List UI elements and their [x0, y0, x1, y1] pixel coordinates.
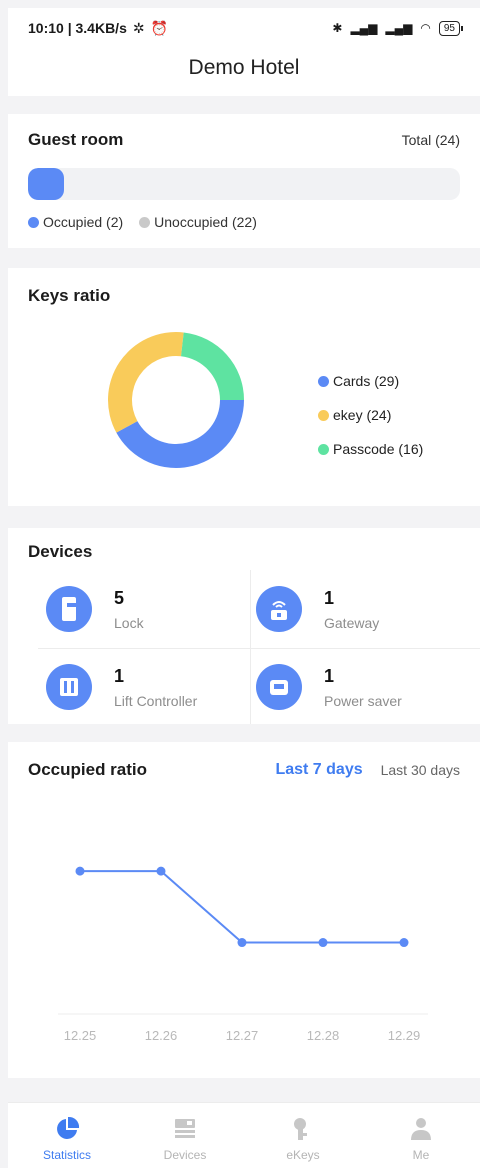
tab-statistics-label: Statistics — [42, 1148, 91, 1162]
keys-legend: Cards (29) ekey (24) Passcode (16) — [318, 364, 423, 466]
tab-devices-label: Devices — [163, 1148, 207, 1162]
wifi-icon: ◠ — [420, 21, 431, 35]
lift-controller-count: 1 — [114, 666, 125, 686]
lift-controller-icon — [46, 664, 92, 710]
device-gateway[interactable]: 1 Gateway — [244, 570, 480, 648]
bluetooth-icon: ✱ — [332, 21, 343, 35]
passcode-dot — [318, 443, 329, 455]
tab-devices[interactable]: Devices — [126, 1103, 244, 1168]
x-tick-label: 12.27 — [226, 1028, 259, 1043]
legend-ekey: ekey (24) — [318, 398, 423, 432]
devices-title: Devices — [28, 542, 93, 561]
lock-icon — [46, 586, 92, 632]
devices-card: Devices 5 Lock 1 Gateway 1 Lift Controll… — [8, 528, 480, 724]
legend-passcode: Passcode (16) — [318, 432, 423, 466]
legend-unoccupied-label: Unoccupied (22) — [154, 214, 257, 230]
tab-me[interactable]: Me — [362, 1103, 480, 1168]
signal-icon-2: ▂▄▆ — [385, 21, 413, 35]
donut-slice-passcode — [180, 332, 244, 400]
occupied-ratio-title: Occupied ratio — [28, 760, 148, 779]
tab-ekeys-label: eKeys — [286, 1148, 320, 1162]
occupancy-bar-fill — [28, 168, 64, 200]
tab-me-label: Me — [412, 1148, 430, 1162]
series-line — [80, 870, 404, 944]
unoccupied-dot — [139, 216, 151, 228]
keys-donut-chart — [108, 332, 244, 468]
data-point — [75, 866, 85, 876]
guest-room-title: Guest room — [28, 130, 124, 149]
gateway-count: 1 — [324, 588, 335, 608]
tab-ekeys[interactable]: eKeys — [244, 1103, 362, 1168]
devices-icon — [172, 1114, 198, 1144]
occupied-ratio-chart: 12.25 12.26 12.27 12.28 12.29 — [58, 866, 428, 1043]
range-last-7-days[interactable]: Last 7 days — [275, 761, 362, 779]
guest-room-total: Total (24) — [401, 132, 460, 148]
x-tick-label: 12.26 — [145, 1028, 178, 1043]
power-saver-count: 1 — [324, 666, 335, 686]
data-point — [237, 938, 247, 948]
vpn-icon: ✲ — [132, 19, 145, 36]
device-lift-controller[interactable]: 1 Lift Controller — [8, 648, 244, 726]
cards-dot — [318, 375, 329, 387]
top-bar: 10:10 | 3.4KB/s ✲ ⏰ ✱ ▂▄▆ ▂▄▆ ◠ 95 Demo … — [8, 8, 480, 96]
legend-cards: Cards (29) — [318, 364, 423, 398]
legend-occupied: Occupied (2) — [28, 214, 123, 230]
legend-occupied-label: Occupied (2) — [43, 214, 124, 230]
tab-statistics[interactable]: Statistics — [8, 1103, 126, 1168]
lock-count: 5 — [114, 588, 125, 608]
occupancy-bar — [28, 168, 460, 200]
battery-icon: 95 — [438, 20, 464, 36]
x-tick-label: 12.28 — [307, 1028, 340, 1043]
person-icon — [408, 1114, 434, 1144]
occupied-dot — [28, 216, 39, 228]
bottom-nav: Statistics Devices eKeys Me — [8, 1102, 480, 1168]
alarm-icon: ⏰ — [150, 19, 169, 36]
data-point — [318, 938, 328, 948]
lock-label: Lock — [114, 615, 144, 631]
guest-room-legend: Occupied (2) Unoccupied (22) — [28, 214, 460, 230]
legend-unoccupied: Unoccupied (22) — [139, 214, 257, 230]
keys-ratio-title: Keys ratio — [28, 286, 111, 305]
status-bar: 10:10 | 3.4KB/s ✲ ⏰ ✱ ▂▄▆ ▂▄▆ ◠ 95 — [8, 8, 480, 48]
device-lock[interactable]: 5 Lock — [8, 570, 244, 648]
device-power-saver[interactable]: 1 Power saver — [244, 648, 480, 726]
donut-slice-ekey — [108, 332, 184, 433]
page-title: Demo Hotel — [188, 56, 300, 79]
status-time-speed: 10:10 | 3.4KB/s — [28, 20, 127, 36]
donut-slice-cards — [116, 400, 244, 468]
lift-controller-label: Lift Controller — [114, 693, 198, 709]
data-point — [156, 866, 166, 876]
power-saver-icon — [256, 664, 302, 710]
devices-grid: 5 Lock 1 Gateway 1 Lift Controller 1 Pow… — [8, 570, 480, 724]
pie-chart-icon — [54, 1114, 80, 1144]
data-point — [399, 938, 409, 948]
legend-passcode-label: Passcode (16) — [333, 441, 424, 457]
power-saver-label: Power saver — [324, 693, 402, 709]
app-screen: 10:10 | 3.4KB/s ✲ ⏰ ✱ ▂▄▆ ▂▄▆ ◠ 95 Demo … — [8, 8, 480, 1168]
legend-ekey-label: ekey (24) — [333, 407, 392, 423]
guest-room-card: Guest room Total (24) Occupied (2) Unocc… — [8, 114, 480, 248]
gateway-label: Gateway — [324, 615, 380, 631]
ekey-dot — [318, 409, 329, 421]
signal-icon: ▂▄▆ — [350, 21, 378, 35]
legend-cards-label: Cards (29) — [333, 373, 400, 389]
key-icon — [290, 1114, 316, 1144]
range-last-30-days[interactable]: Last 30 days — [381, 762, 460, 778]
gateway-icon — [256, 586, 302, 632]
x-tick-label: 12.25 — [64, 1028, 97, 1043]
keys-ratio-card: Keys ratio Cards (29) ekey (24) Passcode… — [8, 268, 480, 506]
x-tick-label: 12.29 — [388, 1028, 421, 1043]
occupied-ratio-card: 12.25 12.26 12.27 12.28 12.29 Occupied ratio… — [8, 742, 480, 1078]
